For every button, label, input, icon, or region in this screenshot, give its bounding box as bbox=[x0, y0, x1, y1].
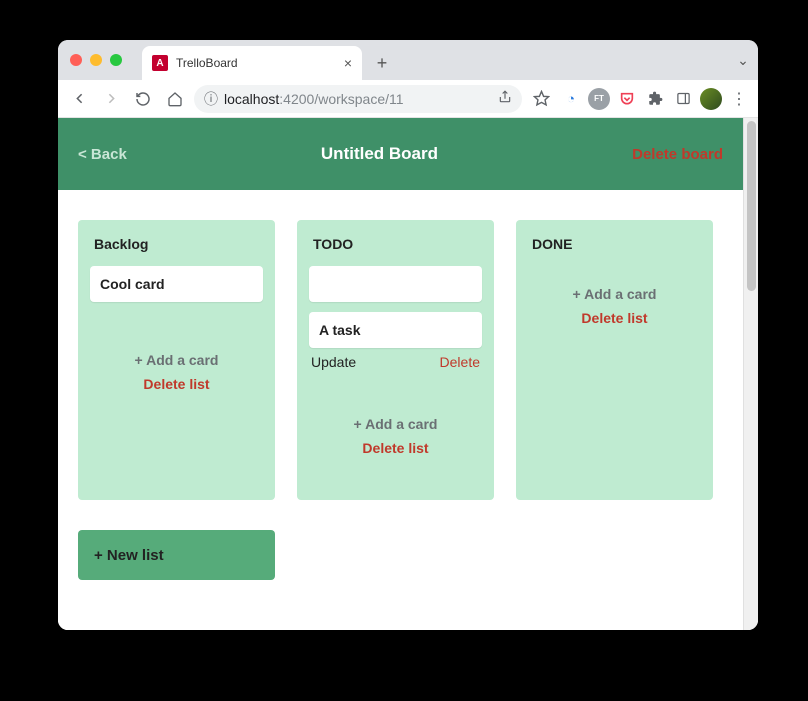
extension-icon-1[interactable]: ◔ bbox=[560, 88, 582, 110]
delete-list-button[interactable]: Delete list bbox=[90, 376, 263, 392]
delete-card-button[interactable]: Delete bbox=[440, 354, 480, 370]
list-title: DONE bbox=[528, 236, 701, 252]
url-bar[interactable]: ⓘ localhost:4200/workspace/11 bbox=[194, 85, 522, 113]
scrollbar[interactable] bbox=[743, 118, 758, 630]
new-card-input[interactable] bbox=[309, 266, 482, 302]
home-icon[interactable] bbox=[162, 86, 188, 112]
card-editing[interactable]: A task bbox=[309, 312, 482, 348]
site-info-icon[interactable]: ⓘ bbox=[204, 89, 218, 109]
browser-window: A TrelloBoard × + ⌄ ⓘ localhost:4200/wor… bbox=[58, 40, 758, 630]
menu-icon[interactable]: ⋮ bbox=[728, 89, 750, 109]
back-link[interactable]: < Back bbox=[78, 146, 127, 163]
card[interactable]: Cool card bbox=[90, 266, 263, 302]
extension-icon-2[interactable]: FT bbox=[588, 88, 610, 110]
viewport: < Back Untitled Board Delete board Backl… bbox=[58, 118, 758, 630]
list-todo: TODO A task Update Delete + Add a card D… bbox=[297, 220, 494, 500]
delete-board-button[interactable]: Delete board bbox=[632, 146, 723, 163]
delete-list-button[interactable]: Delete list bbox=[528, 310, 701, 326]
back-icon[interactable] bbox=[66, 86, 92, 112]
new-list-button[interactable]: + New list bbox=[78, 530, 275, 580]
delete-list-button[interactable]: Delete list bbox=[309, 440, 482, 456]
profile-avatar[interactable] bbox=[700, 88, 722, 110]
update-card-button[interactable]: Update bbox=[311, 354, 356, 370]
app-content: < Back Untitled Board Delete board Backl… bbox=[58, 118, 743, 630]
list-footer: + Add a card Delete list bbox=[528, 286, 701, 326]
add-card-button[interactable]: + Add a card bbox=[309, 416, 482, 432]
close-tab-icon[interactable]: × bbox=[344, 55, 352, 71]
nav-bar: ⓘ localhost:4200/workspace/11 ◔ FT ⋮ bbox=[58, 80, 758, 118]
minimize-window-button[interactable] bbox=[90, 54, 102, 66]
list-done: DONE + Add a card Delete list bbox=[516, 220, 713, 500]
tabs-dropdown-icon[interactable]: ⌄ bbox=[728, 40, 758, 80]
list-title: Backlog bbox=[90, 236, 263, 252]
close-window-button[interactable] bbox=[70, 54, 82, 66]
share-icon[interactable] bbox=[498, 90, 512, 107]
list-title: TODO bbox=[309, 236, 482, 252]
board-header: < Back Untitled Board Delete board bbox=[58, 118, 743, 190]
new-tab-button[interactable]: + bbox=[368, 49, 396, 77]
list-backlog: Backlog Cool card + Add a card Delete li… bbox=[78, 220, 275, 500]
pocket-icon[interactable] bbox=[616, 88, 638, 110]
tab-title: TrelloBoard bbox=[176, 56, 238, 70]
board-title: Untitled Board bbox=[321, 144, 438, 164]
add-card-button[interactable]: + Add a card bbox=[90, 352, 263, 368]
card-actions: Update Delete bbox=[309, 354, 482, 376]
list-footer: + Add a card Delete list bbox=[309, 416, 482, 456]
tab-bar: A TrelloBoard × + ⌄ bbox=[58, 40, 758, 80]
list-footer: + Add a card Delete list bbox=[90, 352, 263, 392]
window-controls bbox=[70, 40, 122, 80]
sidepanel-icon[interactable] bbox=[672, 88, 694, 110]
browser-tab[interactable]: A TrelloBoard × bbox=[142, 46, 362, 80]
scrollbar-thumb[interactable] bbox=[747, 121, 756, 291]
forward-icon bbox=[98, 86, 124, 112]
angular-favicon-icon: A bbox=[152, 55, 168, 71]
star-icon[interactable] bbox=[528, 86, 554, 112]
add-card-button[interactable]: + Add a card bbox=[528, 286, 701, 302]
url-text: localhost:4200/workspace/11 bbox=[224, 91, 404, 107]
maximize-window-button[interactable] bbox=[110, 54, 122, 66]
reload-icon[interactable] bbox=[130, 86, 156, 112]
lists-row: Backlog Cool card + Add a card Delete li… bbox=[58, 190, 743, 500]
extensions-icon[interactable] bbox=[644, 88, 666, 110]
